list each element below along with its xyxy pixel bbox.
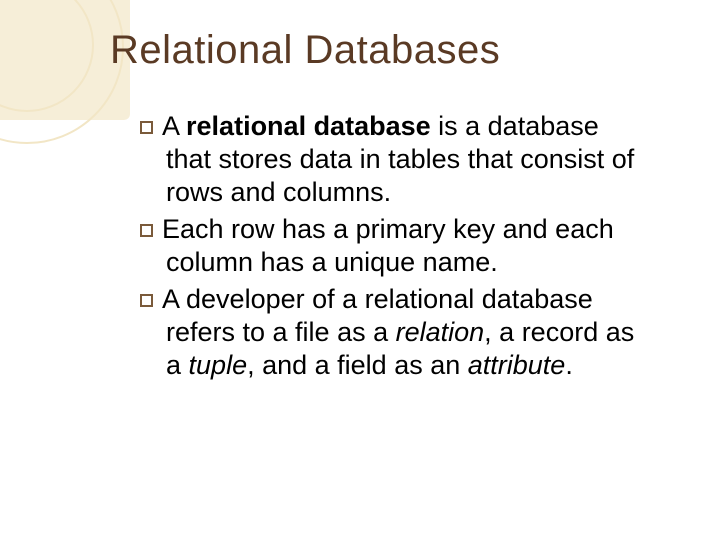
- slide-title: Relational Databases: [110, 28, 500, 73]
- bullet-text-c: , and a field as an: [247, 350, 468, 380]
- bullet-icon: [140, 121, 153, 134]
- slide-body: A relational database is a database that…: [140, 110, 650, 386]
- bullet-icon: [140, 294, 153, 307]
- bullet-text-italic: relation: [396, 317, 485, 347]
- slide: Relational Databases A relational databa…: [0, 0, 720, 540]
- bullet-text-d: .: [565, 350, 573, 380]
- bullet-item: A relational database is a database that…: [140, 110, 650, 209]
- bullet-text-bold: relational database: [186, 111, 431, 141]
- bullet-item: A developer of a relational database ref…: [140, 283, 650, 382]
- bullet-text-italic: tuple: [189, 350, 248, 380]
- bullet-text-pre: Each row has a primary key and each colu…: [162, 214, 614, 277]
- corner-decoration: [0, 0, 160, 160]
- bullet-text-italic: attribute: [468, 350, 566, 380]
- bullet-text-pre: A: [162, 111, 186, 141]
- bullet-item: Each row has a primary key and each colu…: [140, 213, 650, 279]
- bullet-icon: [140, 224, 153, 237]
